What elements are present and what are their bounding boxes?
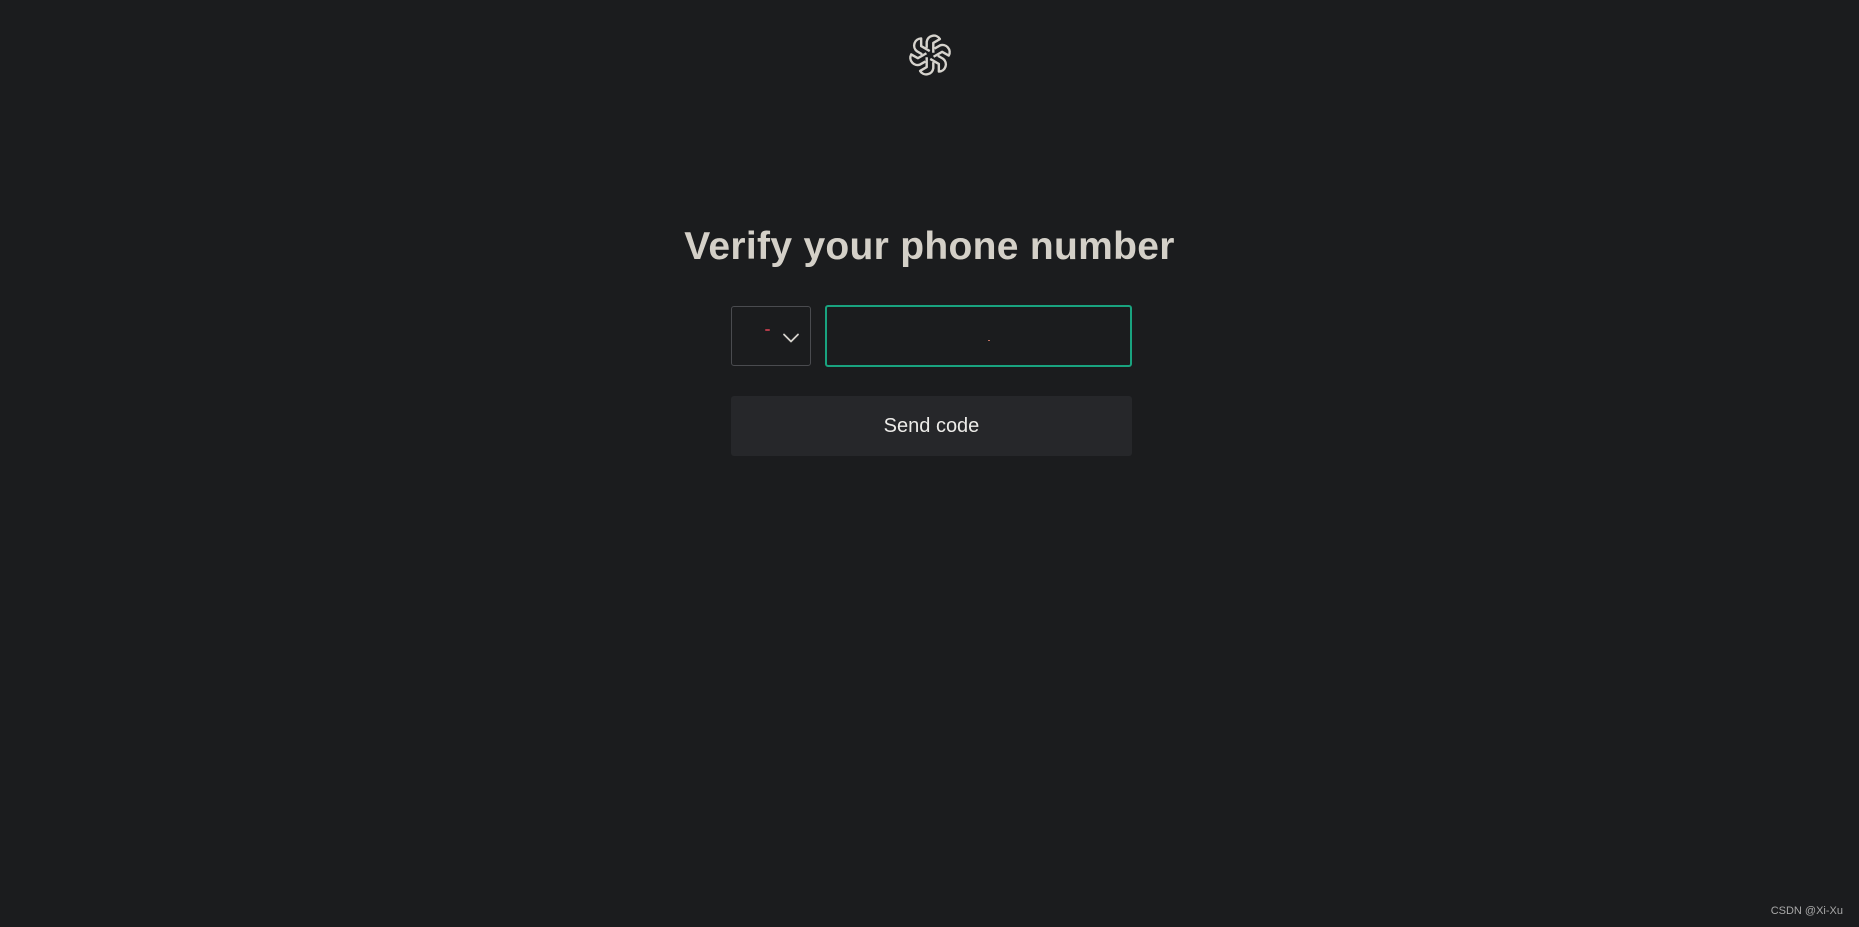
page-title: Verify your phone number	[684, 225, 1175, 268]
phone-number-input[interactable]	[825, 305, 1132, 367]
verify-phone-page: Verify your phone number Send code CSDN …	[0, 0, 1859, 927]
country-flag-icon	[765, 329, 770, 331]
openai-logo-icon	[908, 34, 952, 76]
chevron-down-icon	[783, 333, 799, 343]
country-code-select[interactable]	[731, 306, 811, 366]
watermark-text: CSDN @Xi-Xu	[1770, 905, 1843, 917]
input-cursor	[988, 340, 990, 341]
send-code-button[interactable]: Send code	[731, 396, 1132, 456]
